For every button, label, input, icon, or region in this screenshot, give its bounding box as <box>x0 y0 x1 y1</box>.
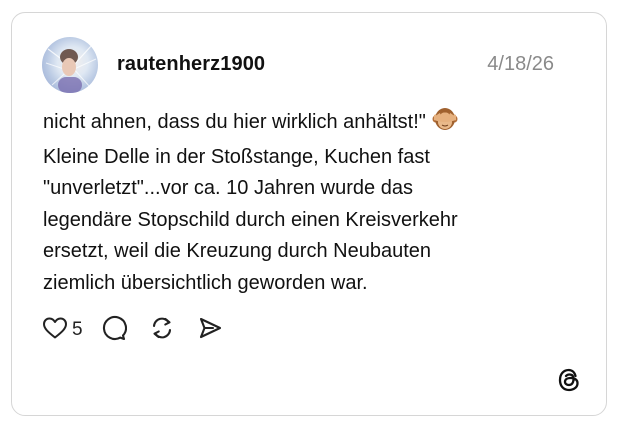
see-no-evil-monkey-icon <box>432 107 458 142</box>
post-text-line: "unverletzt"...vor ca. 10 Jahren wurde d… <box>43 177 413 199</box>
avatar[interactable] <box>42 37 98 93</box>
post-text-line: legendäre Stopschild durch einen Kreisve… <box>43 208 458 231</box>
like-count: 5 <box>72 319 83 340</box>
post-card: rautenherz1900 4/18/26 nicht ahnen, dass… <box>11 12 607 416</box>
repost-button[interactable] <box>149 315 175 346</box>
post-text: nicht ahnen, dass du hier wirklich anhäl… <box>43 107 583 299</box>
post-text-line: ersetzt, weil die Kreuzung durch Neubaut… <box>43 240 432 262</box>
post-date: 4/18/26 <box>487 53 554 75</box>
heart-icon <box>42 316 68 345</box>
comment-button[interactable] <box>101 315 127 346</box>
post-text-line: Kleine Delle in der Stoßstange, Kuchen f… <box>43 145 430 168</box>
send-icon <box>197 315 223 346</box>
post-text-line-text: nicht ahnen, dass du hier wirklich anhäl… <box>43 111 426 133</box>
repost-icon <box>149 315 175 346</box>
avatar-image <box>45 44 97 93</box>
share-button[interactable] <box>197 315 223 346</box>
post-text-line: ziemlich übersichtlich geworden war. <box>43 271 368 294</box>
username[interactable]: rautenherz1900 <box>117 53 265 76</box>
threads-logo-icon[interactable] <box>556 367 582 393</box>
post-actions: 5 <box>42 315 245 346</box>
post-text-line: nicht ahnen, dass du hier wirklich anhäl… <box>43 107 583 142</box>
comment-icon <box>101 315 127 346</box>
like-button[interactable]: 5 <box>42 316 101 345</box>
